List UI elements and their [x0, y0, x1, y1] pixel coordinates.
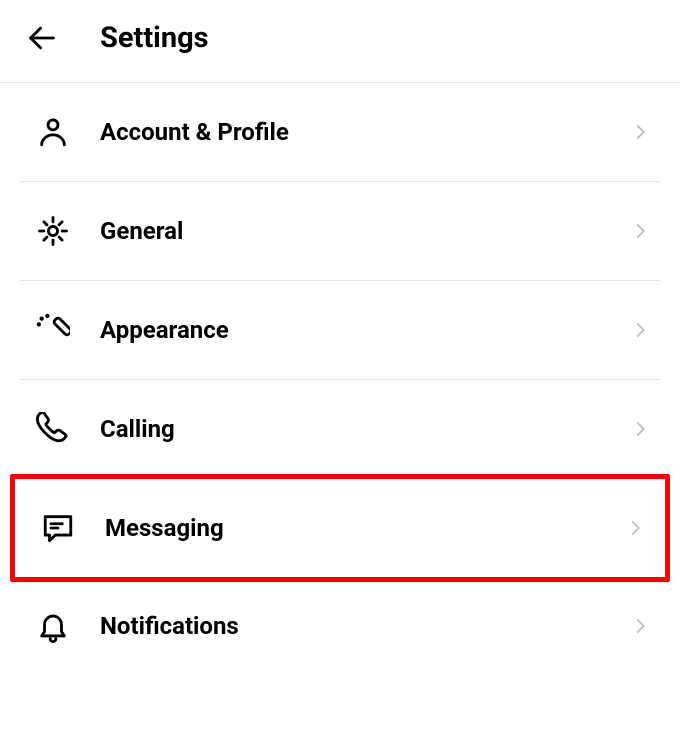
- phone-icon: [34, 410, 72, 448]
- settings-item-messaging[interactable]: Messaging: [10, 474, 670, 582]
- person-icon: [34, 113, 72, 151]
- back-button[interactable]: [24, 20, 60, 56]
- settings-item-general[interactable]: General: [20, 182, 660, 281]
- chevron-right-icon: [628, 219, 652, 243]
- settings-item-appearance[interactable]: Appearance: [20, 281, 660, 380]
- page-title: Settings: [100, 21, 209, 55]
- bell-icon: [34, 607, 72, 645]
- gear-icon: [34, 212, 72, 250]
- settings-item-calling[interactable]: Calling: [20, 380, 660, 479]
- message-icon: [39, 509, 77, 547]
- settings-item-account-profile[interactable]: Account & Profile: [20, 83, 660, 182]
- item-label: General: [100, 217, 628, 245]
- wand-icon: [34, 311, 72, 349]
- chevron-right-icon: [623, 516, 647, 540]
- item-label: Notifications: [100, 612, 628, 640]
- item-label: Messaging: [105, 514, 623, 542]
- arrow-left-icon: [25, 21, 59, 55]
- settings-list: Account & Profile General: [0, 83, 680, 675]
- chevron-right-icon: [628, 614, 652, 638]
- chevron-right-icon: [628, 417, 652, 441]
- item-label: Calling: [100, 415, 628, 443]
- header: Settings: [0, 0, 680, 82]
- chevron-right-icon: [628, 318, 652, 342]
- item-label: Appearance: [100, 316, 628, 344]
- settings-item-notifications[interactable]: Notifications: [20, 577, 660, 675]
- item-label: Account & Profile: [100, 118, 628, 146]
- chevron-right-icon: [628, 120, 652, 144]
